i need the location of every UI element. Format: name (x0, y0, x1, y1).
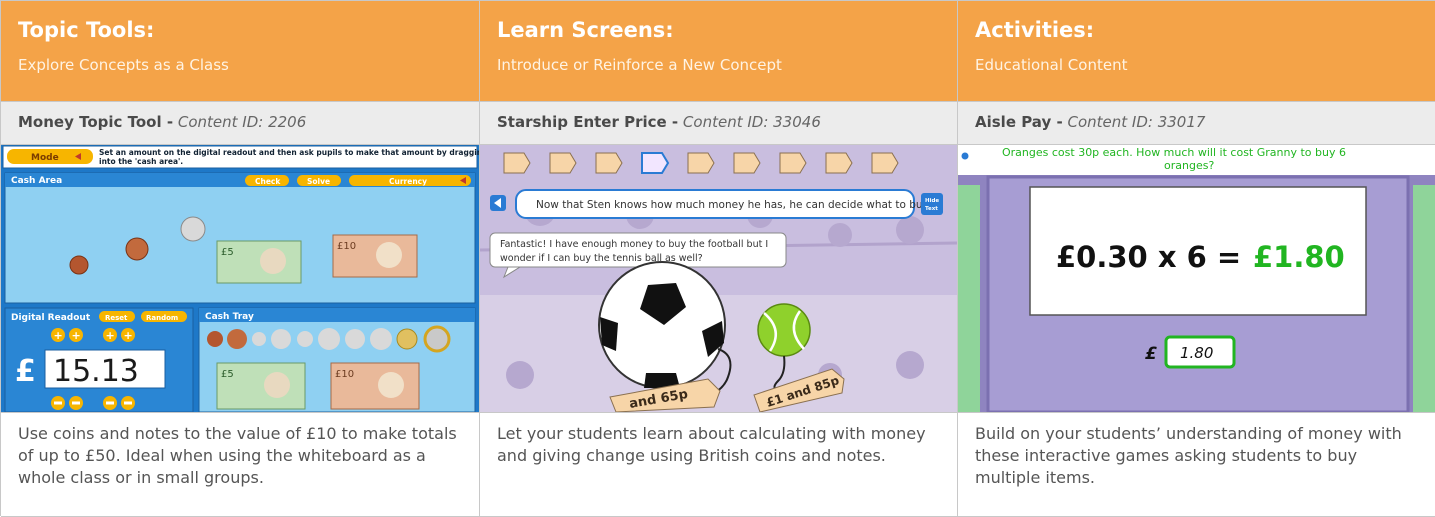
column-title: Topic Tools: (18, 18, 155, 42)
queen-portrait-icon (264, 372, 290, 398)
svg-text:Text: Text (925, 206, 938, 212)
random-button-label[interactable]: Random (146, 314, 178, 322)
resource-title[interactable]: Aisle Pay - (975, 113, 1063, 131)
football-icon[interactable] (598, 261, 726, 389)
note-5-label: £5 (221, 247, 234, 258)
resource-grid: Topic Tools: Explore Concepts as a Class… (0, 0, 1435, 517)
screenshot-aisle-pay[interactable]: Oranges cost 30p each. How much will it … (958, 145, 1435, 413)
coin-silver-icon[interactable] (180, 216, 206, 242)
resource-name-money-topic-tool[interactable]: Money Topic Tool - Content ID: 2206 (1, 102, 480, 145)
question-line-1: Oranges cost 30p each. How much will it … (1002, 146, 1346, 159)
resource-name-starship-enter-price[interactable]: Starship Enter Price - Content ID: 33046 (480, 102, 958, 145)
header-topic-tools: Topic Tools: Explore Concepts as a Class (1, 1, 480, 102)
reset-button-label[interactable]: Reset (105, 314, 128, 322)
aisle-pay-preview[interactable]: Oranges cost 30p each. How much will it … (958, 145, 1435, 412)
speaker-icon[interactable] (961, 152, 969, 160)
content-id: Content ID: 2206 (177, 113, 307, 131)
column-title: Learn Screens: (497, 18, 674, 42)
svg-text:+: + (72, 329, 81, 342)
column-title: Activities: (975, 18, 1095, 42)
equation-answer: £1.80 (1253, 240, 1345, 274)
column-subtitle: Educational Content (975, 56, 1128, 74)
content-id: Content ID: 33046 (682, 113, 821, 131)
price-tags-row[interactable] (503, 152, 899, 174)
narration-text: Now that Sten knows how much money he ha… (536, 199, 931, 211)
digital-readout-label: Digital Readout (11, 313, 91, 323)
svg-text:+: + (106, 329, 115, 342)
coin-2p-icon[interactable] (125, 237, 149, 261)
hide-text-label[interactable]: Hide (925, 198, 939, 204)
check-button-label[interactable]: Check (255, 177, 281, 186)
queen-portrait-icon (378, 372, 404, 398)
queen-portrait-icon (376, 242, 402, 268)
resource-name-aisle-pay[interactable]: Aisle Pay - Content ID: 33017 (958, 102, 1435, 145)
readout-value: 15.13 (53, 354, 139, 389)
resource-title[interactable]: Starship Enter Price - (497, 113, 678, 131)
description-money-topic-tool: Use coins and notes to the value of £10 … (1, 413, 480, 517)
note-10-label: £10 (337, 241, 356, 252)
currency-button-label[interactable]: Currency (389, 177, 427, 186)
currency-symbol: £ (15, 354, 36, 389)
content-id: Content ID: 33017 (1067, 113, 1206, 131)
resource-title[interactable]: Money Topic Tool - (18, 113, 173, 131)
cash-area-label: Cash Area (11, 176, 62, 186)
svg-text:+: + (54, 329, 63, 342)
cash-tray-label: Cash Tray (205, 312, 254, 322)
mode-button-label[interactable]: Mode (31, 153, 59, 163)
question-line-2: oranges? (1164, 159, 1214, 172)
money-tool-preview[interactable]: Mode Set an amount on the digital readou… (1, 145, 479, 412)
description-starship-enter-price: Let your students learn about calculatin… (480, 413, 958, 517)
answer-value[interactable]: 1.80 (1180, 344, 1213, 362)
column-subtitle: Explore Concepts as a Class (18, 56, 229, 74)
header-activities: Activities: Educational Content (958, 1, 1435, 102)
column-subtitle: Introduce or Reinforce a New Concept (497, 56, 782, 74)
header-learn-screens: Learn Screens: Introduce or Reinforce a … (480, 1, 958, 102)
tray-note-5-label: £5 (221, 369, 234, 380)
answer-currency-symbol: £ (1145, 344, 1157, 364)
tennis-ball-icon[interactable] (757, 303, 811, 357)
coin-1p-icon[interactable] (69, 255, 89, 275)
starship-preview[interactable]: Now that Sten knows how much money he ha… (480, 145, 957, 412)
description-aisle-pay: Build on your students’ understanding of… (958, 413, 1435, 517)
equation-left: £0.30 x 6 = (1056, 240, 1241, 274)
queen-portrait-icon (260, 248, 286, 274)
tray-note-10-label: £10 (335, 369, 354, 380)
screenshot-starship-enter-price[interactable]: Now that Sten knows how much money he ha… (480, 145, 958, 413)
screenshot-money-topic-tool[interactable]: Mode Set an amount on the digital readou… (1, 145, 480, 413)
solve-button-label[interactable]: Solve (307, 177, 330, 186)
svg-text:+: + (124, 329, 133, 342)
